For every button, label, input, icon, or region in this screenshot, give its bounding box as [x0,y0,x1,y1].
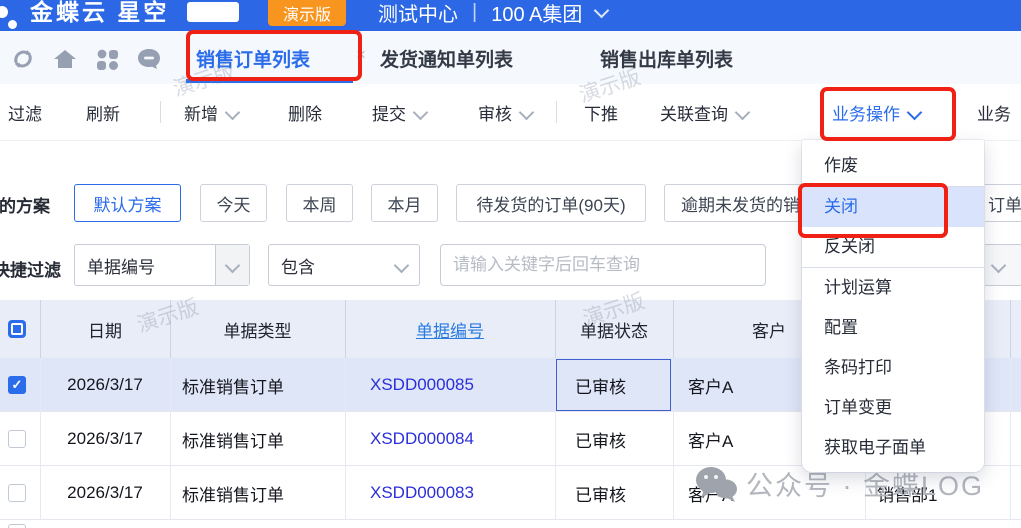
chevron-down-icon [394,258,410,274]
chevron-down-icon [413,104,429,120]
menu-item-order-change[interactable]: 订单变更 [802,388,984,428]
chevron-down-icon [907,104,923,120]
apps-grid-icon[interactable] [94,47,120,71]
row-checkbox-checked[interactable]: ✓ [8,376,26,394]
business-button-cut[interactable]: 业务 [977,84,1011,140]
message-icon[interactable] [136,47,162,71]
filter-button[interactable]: 过滤 [8,84,42,140]
row-checkbox[interactable] [8,524,26,528]
scheme-month-button[interactable]: 本月 [371,184,438,222]
tab-bar: 销售订单列表 × 发货通知单列表 销售出库单列表 [0,31,1021,85]
chevron-down-icon [225,257,241,273]
row-checkbox[interactable] [8,430,26,448]
business-operation-menu: 作废 关闭 反关闭 计划运算 配置 条码打印 订单变更 获取电子面单 [802,140,984,472]
edition-badge [187,2,239,22]
filter-operator-select[interactable]: 包含 [268,244,420,286]
logo-dot-icon [8,20,17,29]
active-tab-underline [186,79,353,83]
linked-query-button[interactable]: 关联查询 [660,84,748,140]
cell-customer: 客户A [688,466,733,520]
org-name: 100 A集团 [491,0,582,27]
toolbar-divider [160,101,161,123]
cell-customer: 客户A [688,412,733,466]
cell-customer: 客户A [688,358,733,412]
menu-item-config[interactable]: 配置 [802,308,984,348]
col-header-status[interactable]: 单据状态 [555,300,673,358]
app-window: 金蝶云 星空 演示版 测试中心 | 100 A集团 销售订单列表 [0,0,1021,528]
scheme-pending90-button[interactable]: 待发货的订单(90天) [456,184,646,222]
sync-icon[interactable] [10,47,36,71]
menu-item-close[interactable]: 关闭 [802,187,984,227]
menu-item-get-ewaybill[interactable]: 获取电子面单 [802,428,984,468]
delete-button[interactable]: 删除 [288,84,322,140]
workspace-separator: | [472,1,477,24]
menu-item-unclose[interactable]: 反关闭 [802,227,984,267]
cell-type: 标准销售订单 [182,358,284,412]
app-logo: 金蝶云 星空 [30,0,169,27]
cell-type: 标准销售订单 [182,466,284,520]
tab-close-icon[interactable]: × [356,45,366,65]
filter-field-select[interactable]: 单据编号 [74,244,250,286]
cell-order-no-link[interactable]: XSDD000083 [370,466,474,520]
toolbar: 过滤 刷新 新增 删除 提交 审核 下推 关联查询 业务操作 业务 [0,84,1021,141]
cell-order-no-link[interactable]: XSDD000084 [370,412,474,466]
chevron-down-icon [991,258,1007,274]
logo-dot-icon [0,6,8,18]
my-scheme-label: 我的方案 [0,192,50,217]
cell-date: 2026/3/17 [40,466,170,520]
select-chevron-segment[interactable] [215,245,249,285]
toolbar-divider [556,101,557,123]
menu-item-barcode-print[interactable]: 条码打印 [802,348,984,388]
cell-order-no-link[interactable]: XSDD000085 [370,358,474,412]
filter-operator-value: 包含 [281,245,315,285]
scheme-today-button[interactable]: 今天 [200,184,267,222]
tab-delivery-notice-list[interactable]: 发货通知单列表 [380,45,513,72]
col-header-type[interactable]: 单据类型 [170,300,345,358]
cell-date: 2026/3/17 [40,358,170,412]
submit-button[interactable]: 提交 [372,84,426,140]
scheme-week-button[interactable]: 本周 [286,184,353,222]
org-switcher[interactable]: 测试中心 | 100 A集团 [378,0,607,30]
chevron-down-icon [519,104,535,120]
table-row[interactable]: 2026/3/17 标准销售订单 XSDD000083 已审核 客户A 销售部1 [0,466,1021,520]
cell-date: 2026/3/17 [40,412,170,466]
filter-field-value: 单据编号 [87,245,155,285]
select-all-checkbox[interactable] [8,320,26,338]
menu-item-plan-calc[interactable]: 计划运算 [802,268,984,308]
refresh-button[interactable]: 刷新 [86,84,120,140]
col-header-date[interactable]: 日期 [40,300,170,358]
push-down-button[interactable]: 下推 [584,84,618,140]
col-header-no[interactable]: 单据编号 [345,300,555,358]
cell-type: 标准销售订单 [182,412,284,466]
home-icon[interactable] [52,47,78,71]
workspace-name: 测试中心 [378,0,458,27]
keyword-search-input[interactable] [440,244,766,286]
cell-dept: 销售部1 [877,466,937,520]
top-header-bar: 金蝶云 星空 演示版 测试中心 | 100 A集团 [0,0,1021,31]
demo-version-badge: 演示版 [268,0,346,26]
cell-status: 已审核 [575,466,626,520]
chevron-down-icon [594,3,610,19]
chevron-down-icon [735,104,751,120]
row-checkbox[interactable] [8,484,26,502]
cell-status: 已审核 [575,412,626,466]
menu-item-void[interactable]: 作废 [802,146,984,186]
quick-filter-label: 快捷过滤 [0,256,61,281]
scheme-default-button[interactable]: 默认方案 [74,184,181,222]
business-operation-button[interactable]: 业务操作 [832,84,920,140]
focused-cell-outline [556,359,671,411]
tab-sales-outbound-list[interactable]: 销售出库单列表 [600,45,733,72]
add-button[interactable]: 新增 [184,84,238,140]
chevron-down-icon [225,104,241,120]
audit-button[interactable]: 审核 [478,84,532,140]
tab-sales-order-list[interactable]: 销售订单列表 [196,45,310,72]
